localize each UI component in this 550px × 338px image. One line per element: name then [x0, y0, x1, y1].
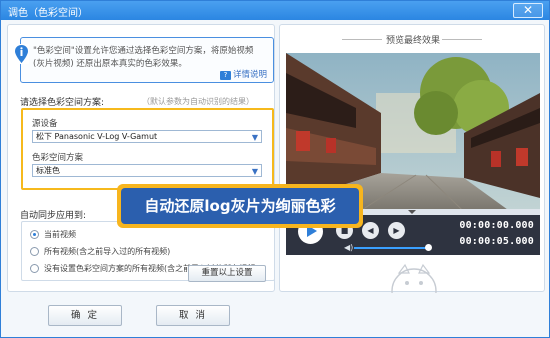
- color-space-select[interactable]: 标准色 ▼: [32, 164, 262, 177]
- settings-panel: "色彩空间"设置允许您通过选择色彩空间方案，将原始视频 (灰片视频) 还原出原本…: [7, 24, 275, 292]
- volume-icon[interactable]: ◀): [344, 243, 353, 252]
- volume-slider[interactable]: [354, 244, 432, 251]
- preview-panel: 预览最终效果 ■ ◀ ▶ ◀) 00:00:00.000 00:00:05.00…: [279, 24, 545, 293]
- chevron-down-icon: ▼: [251, 133, 258, 142]
- reset-button[interactable]: 重置以上设置: [188, 265, 266, 282]
- help-icon: ?: [219, 71, 231, 80]
- source-device-label: 源设备: [32, 119, 58, 129]
- mascot-watermark: [385, 261, 443, 293]
- chevron-down-icon: ▼: [251, 167, 258, 176]
- radio-label: 当前视频: [44, 230, 76, 239]
- window-title: 调色（色彩空间）: [8, 8, 88, 19]
- detail-link-label: 详情说明: [232, 70, 267, 80]
- radio-button[interactable]: [30, 247, 39, 256]
- source-device-select[interactable]: 松下 Panasonic V-Log V-Gamut ▼: [32, 130, 262, 143]
- scheme-label: 请选择色彩空间方案:: [20, 98, 105, 108]
- color-space-label: 色彩空间方案: [32, 153, 84, 163]
- color-space-value: 标准色: [36, 166, 60, 175]
- volume-fill: [354, 247, 428, 249]
- radio-button[interactable]: [30, 264, 39, 273]
- cancel-button[interactable]: 取 消: [156, 305, 230, 326]
- current-time: 00:00:00.000: [459, 220, 534, 231]
- info-icon: [14, 44, 29, 64]
- title-bar: 调色（色彩空间） ✕: [1, 1, 549, 20]
- volume-knob[interactable]: [425, 244, 432, 251]
- total-time: 00:00:05.000: [459, 236, 534, 247]
- title-divider-right: [442, 39, 482, 40]
- feature-banner: 自动还原log灰片为绚丽色彩: [117, 184, 363, 228]
- prev-frame-button[interactable]: ◀: [362, 222, 379, 239]
- source-device-value: 松下 Panasonic V-Log V-Gamut: [36, 132, 158, 141]
- radio-button[interactable]: [30, 230, 39, 239]
- info-line-1: "色彩空间"设置允许您通过选择色彩空间方案，将原始视频: [33, 46, 254, 56]
- detail-link[interactable]: ? 详情说明: [219, 68, 267, 80]
- ok-button[interactable]: 确 定: [48, 305, 122, 326]
- scheme-hint: （默认参数为自动识别的结果）: [142, 97, 254, 106]
- banner-text: 自动还原log灰片为绚丽色彩: [121, 188, 359, 224]
- radio-label: 所有视频(含之前导入过的所有视频): [44, 247, 171, 256]
- color-dialog: 调色（色彩空间） ✕ "色彩空间"设置允许您通过选择色彩空间方案，将原始视频 (…: [0, 0, 550, 338]
- sync-label: 自动同步应用到:: [20, 211, 87, 221]
- info-box: "色彩空间"设置允许您通过选择色彩空间方案，将原始视频 (灰片视频) 还原出原本…: [14, 37, 274, 83]
- scheme-box: 源设备 松下 Panasonic V-Log V-Gamut ▼ 色彩空间方案 …: [21, 108, 274, 190]
- preview-title: 预览最终效果: [385, 36, 440, 46]
- next-frame-button[interactable]: ▶: [388, 222, 405, 239]
- close-button[interactable]: ✕: [513, 3, 543, 18]
